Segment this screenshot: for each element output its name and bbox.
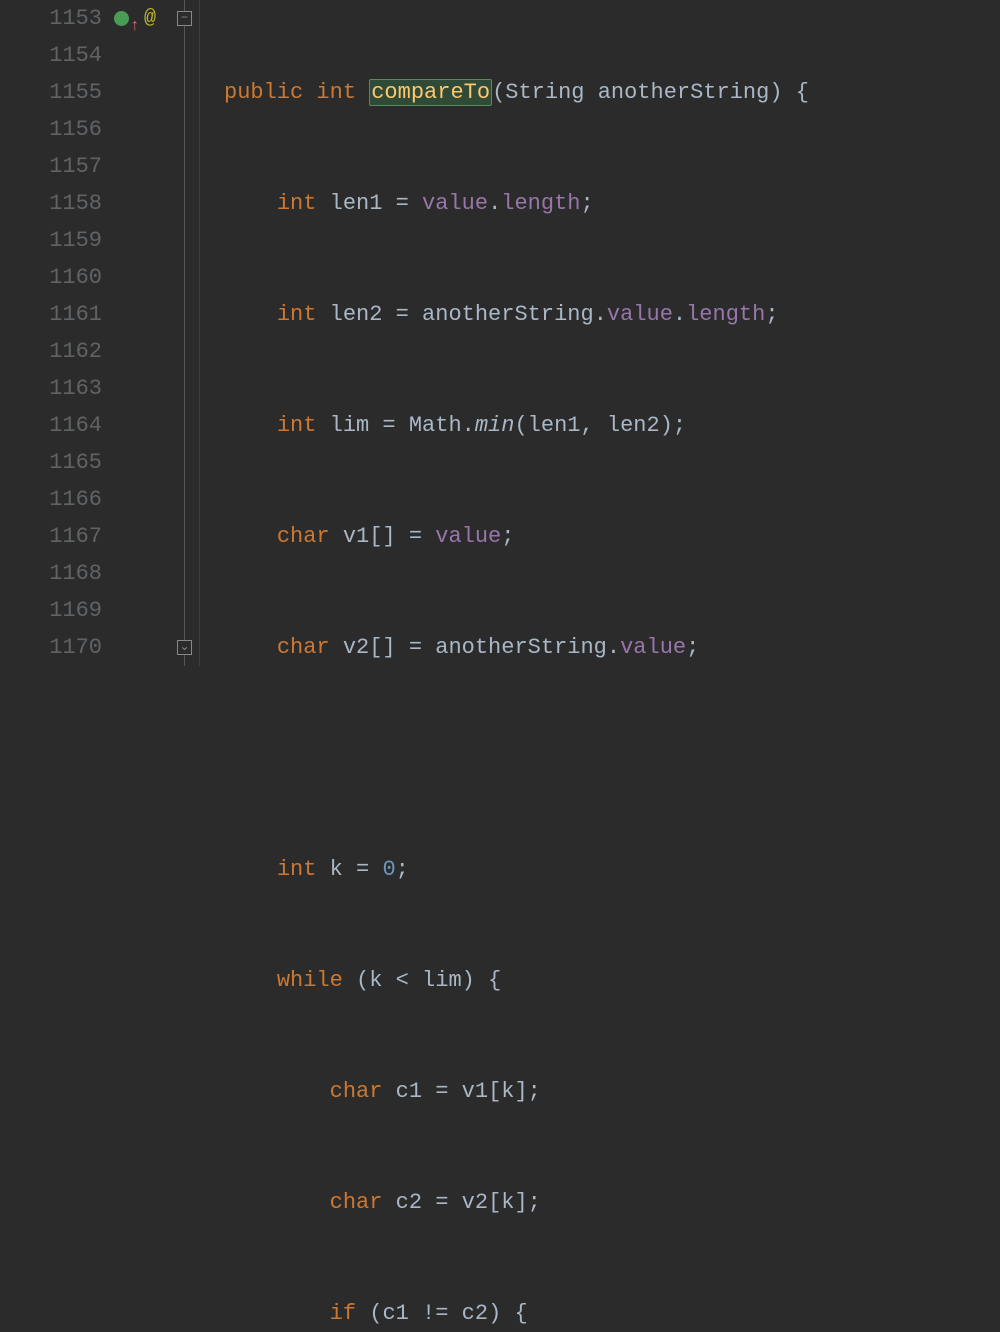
code-line[interactable]: public int compareTo(String anotherStrin… bbox=[224, 74, 1000, 111]
code-line[interactable]: int lim = Math.min(len1, len2); bbox=[224, 407, 1000, 444]
line-number: 1155 bbox=[0, 74, 102, 111]
line-number: 1154 bbox=[0, 37, 102, 74]
fold-end-icon[interactable]: ⌄ bbox=[177, 640, 192, 655]
code-line[interactable]: int k = 0; bbox=[224, 851, 1000, 888]
code-line[interactable]: while (k < lim) { bbox=[224, 962, 1000, 999]
code-line[interactable] bbox=[224, 740, 1000, 777]
code-area[interactable]: public int compareTo(String anotherStrin… bbox=[200, 0, 1000, 666]
line-number: 1163 bbox=[0, 370, 102, 407]
code-line[interactable]: int len2 = anotherString.value.length; bbox=[224, 296, 1000, 333]
line-number: 1166 bbox=[0, 481, 102, 518]
fold-gutter: − ⌄ bbox=[170, 0, 200, 666]
line-number: 1161 bbox=[0, 296, 102, 333]
line-number: 1159 bbox=[0, 222, 102, 259]
line-number: 1167 bbox=[0, 518, 102, 555]
code-line[interactable]: char c2 = v2[k]; bbox=[224, 1184, 1000, 1221]
code-editor[interactable]: 1153 1154 1155 1156 1157 1158 1159 1160 … bbox=[0, 0, 1000, 666]
code-line[interactable]: char c1 = v1[k]; bbox=[224, 1073, 1000, 1110]
fold-collapse-icon[interactable]: − bbox=[177, 11, 192, 26]
line-number: 1168 bbox=[0, 555, 102, 592]
override-marker-icon[interactable] bbox=[114, 11, 129, 26]
code-line[interactable]: char v1[] = value; bbox=[224, 518, 1000, 555]
line-number: 1164 bbox=[0, 407, 102, 444]
gutter-annotations: ↑ @ bbox=[110, 0, 170, 666]
line-number: 1153 bbox=[0, 0, 102, 37]
line-number: 1162 bbox=[0, 333, 102, 370]
line-number: 1158 bbox=[0, 185, 102, 222]
line-number: 1165 bbox=[0, 444, 102, 481]
code-line[interactable]: int len1 = value.length; bbox=[224, 185, 1000, 222]
highlighted-method: compareTo bbox=[369, 79, 492, 106]
line-number: 1169 bbox=[0, 592, 102, 629]
line-number: 1157 bbox=[0, 148, 102, 185]
code-line[interactable]: char v2[] = anotherString.value; bbox=[224, 629, 1000, 666]
line-number: 1160 bbox=[0, 259, 102, 296]
line-number-gutter: 1153 1154 1155 1156 1157 1158 1159 1160 … bbox=[0, 0, 110, 666]
code-line[interactable]: if (c1 != c2) { bbox=[224, 1295, 1000, 1332]
line-number: 1170 bbox=[0, 629, 102, 666]
fold-guide-line bbox=[184, 0, 185, 666]
annotation-at-icon[interactable]: @ bbox=[144, 0, 156, 37]
override-arrow-icon[interactable]: ↑ bbox=[130, 8, 140, 45]
line-number: 1156 bbox=[0, 111, 102, 148]
